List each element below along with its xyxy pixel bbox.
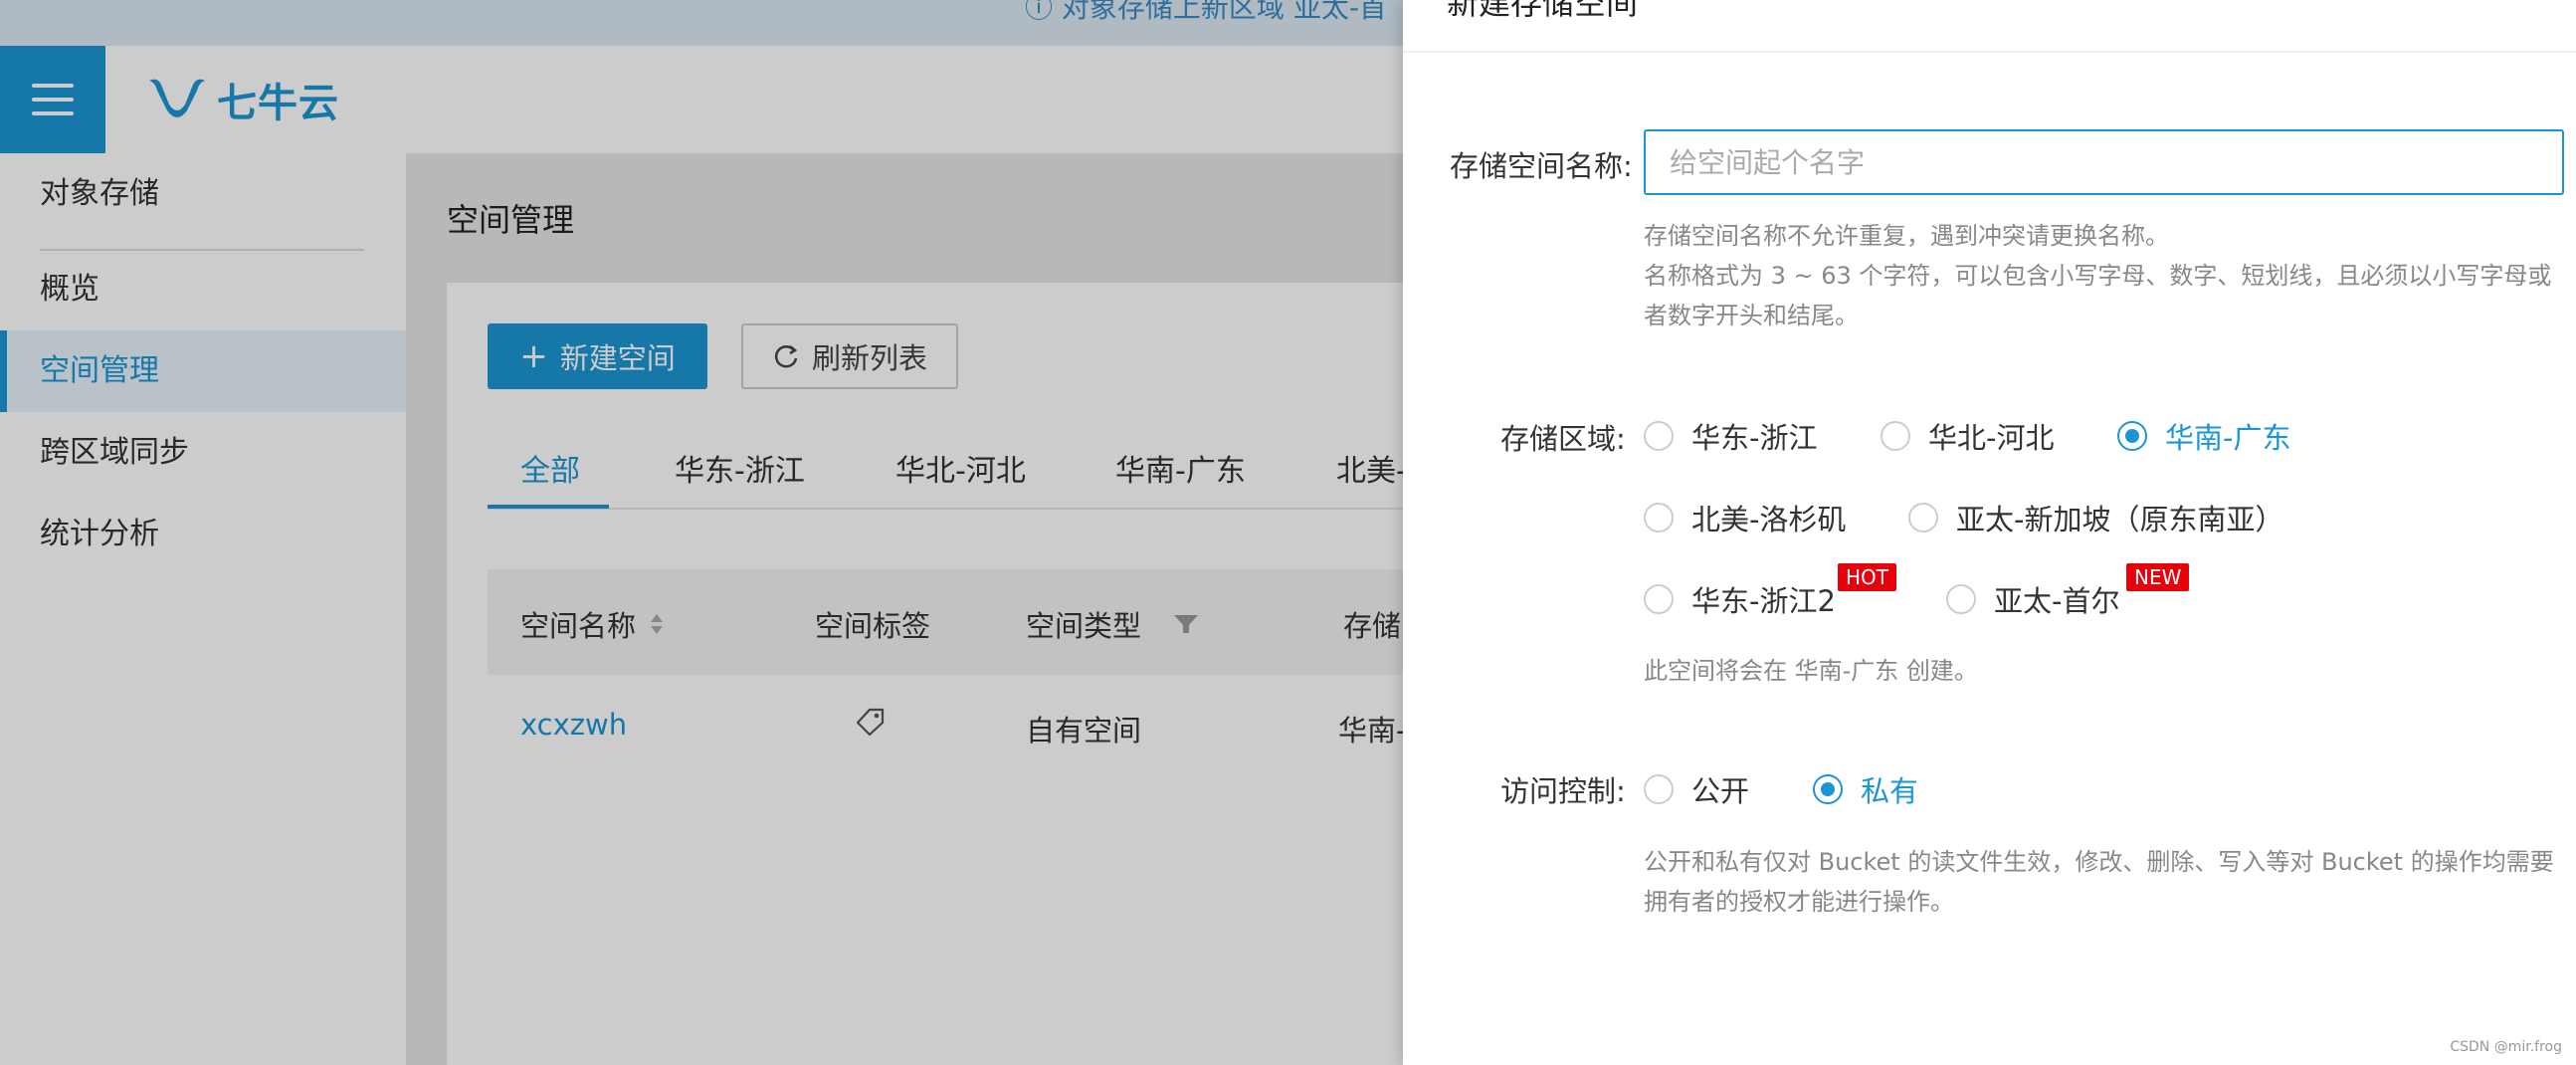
region-radio-east-zhejiang2[interactable]: 华东-浙江2	[1644, 578, 1836, 620]
region-radio-north-america-la[interactable]: 北美-洛杉矶	[1644, 497, 1846, 538]
region-label: 存储区域:	[1500, 422, 1626, 456]
radio-icon	[1908, 503, 1938, 532]
radio-checked-icon	[1813, 774, 1843, 804]
drawer-divider	[1403, 51, 2576, 53]
radio-icon	[1946, 584, 1976, 614]
bucket-name-input[interactable]	[1644, 129, 2564, 195]
radio-icon	[1881, 421, 1910, 451]
region-radio-asia-seoul[interactable]: 亚太-首尔	[1946, 578, 2119, 620]
drawer-title: 新建存储空间	[1447, 0, 1639, 22]
access-control-label: 访问控制:	[1500, 774, 1626, 808]
modal-overlay[interactable]	[0, 0, 1403, 1065]
region-radio-asia-singapore[interactable]: 亚太-新加坡（原东南亚）	[1908, 497, 2283, 538]
watermark: CSDN @mir.frog	[2450, 1039, 2562, 1055]
new-badge: NEW	[2126, 563, 2190, 591]
bucket-name-label: 存储空间名称:	[1450, 149, 1633, 183]
radio-icon	[1644, 421, 1674, 451]
bucket-name-help: 存储空间名称不允许重复，遇到冲突请更换名称。 名称格式为 3 ~ 63 个字符，…	[1644, 222, 2552, 329]
region-help: 此空间将会在 华南-广东 创建。	[1644, 657, 1978, 685]
radio-icon	[1644, 503, 1674, 532]
access-radio-public[interactable]: 公开	[1644, 768, 1749, 810]
region-radio-east-zhejiang[interactable]: 华东-浙江	[1644, 415, 1817, 457]
region-radio-south-guangdong[interactable]: 华南-广东	[2117, 415, 2290, 457]
radio-icon	[1644, 774, 1674, 804]
hot-badge: HOT	[1838, 563, 1896, 591]
radio-checked-icon	[2117, 421, 2147, 451]
access-help: 公开和私有仅对 Bucket 的读文件生效，修改、删除、写入等对 Bucket …	[1644, 848, 2554, 916]
access-radio-private[interactable]: 私有	[1813, 768, 1918, 810]
create-bucket-drawer: 新建存储空间 存储空间名称: 存储空间名称不允许重复，遇到冲突请更换名称。 名称…	[1403, 0, 2576, 1065]
region-radio-north-hebei[interactable]: 华北-河北	[1881, 415, 2054, 457]
radio-icon	[1644, 584, 1674, 614]
